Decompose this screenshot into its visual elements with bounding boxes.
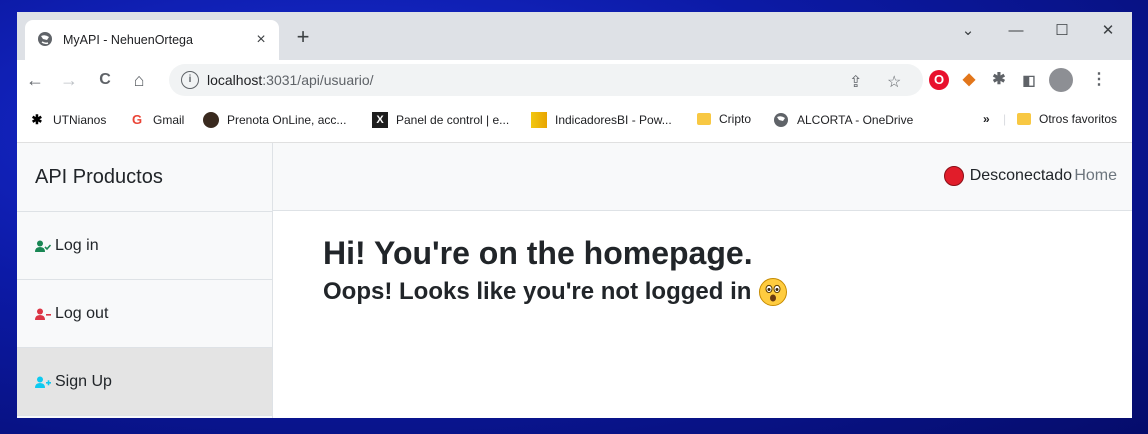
- tab-close-icon[interactable]: ×: [249, 31, 273, 49]
- prenota-icon: [203, 112, 219, 128]
- other-favorites-folder[interactable]: Otros favoritos: [1017, 112, 1117, 126]
- forward-button[interactable]: →: [57, 68, 81, 92]
- home-button[interactable]: ⌂: [127, 68, 151, 92]
- status-text: Desconectado: [969, 167, 1072, 184]
- browser-window: MyAPI - NehuenOrtega × + ⌄ — ☐ ✕ ← → C ⌂…: [17, 12, 1132, 418]
- bookmark-label: Prenota OnLine, acc...: [227, 113, 347, 127]
- sidebar-item-label: Sign Up: [55, 373, 112, 390]
- status-dot-icon: [943, 166, 964, 186]
- tab-search-chevron-icon[interactable]: ⌄: [945, 18, 991, 46]
- bookmark-label: Panel de control | e...: [396, 113, 510, 127]
- page-subheading: Oops! Looks like you're not logged in: [323, 277, 788, 307]
- profile-avatar[interactable]: [1049, 68, 1073, 92]
- sidebar-item-login[interactable]: Log in: [17, 212, 272, 280]
- connection-status: Desconectado: [943, 166, 1072, 186]
- bookmark-item[interactable]: Prenota OnLine, acc...: [203, 112, 346, 128]
- url-host: localhost: [207, 72, 263, 88]
- x-icon: X: [372, 112, 388, 128]
- utn-icon: ✱: [31, 112, 43, 127]
- sidebar-item-signup[interactable]: Sign Up: [17, 348, 272, 416]
- user-check-icon: [35, 240, 51, 252]
- menu-kebab-icon[interactable]: ⋮: [1089, 70, 1109, 90]
- bookmarks-divider: |: [1003, 112, 1007, 126]
- bookmark-label: IndicadoresBI - Pow...: [555, 113, 672, 127]
- side-panel-icon[interactable]: ◧: [1019, 70, 1039, 90]
- user-plus-icon: [35, 376, 51, 388]
- extensions-icon[interactable]: ✱: [989, 70, 1009, 90]
- brand-title[interactable]: API Productos: [17, 143, 272, 212]
- close-window-button[interactable]: ✕: [1085, 18, 1131, 46]
- sidebar: API Productos Log in Log out Sign Up: [17, 143, 273, 418]
- powerbi-icon: [531, 112, 547, 128]
- subheading-text: Oops! Looks like you're not logged in: [323, 278, 752, 305]
- folder-icon: [1017, 113, 1031, 125]
- bookmark-item[interactable]: X Panel de control | e...: [372, 112, 509, 128]
- folder-icon: [697, 113, 711, 125]
- bookmark-item[interactable]: ✱ UTNianos: [29, 112, 107, 128]
- tab-title: MyAPI - NehuenOrtega: [63, 33, 193, 47]
- browser-tab[interactable]: MyAPI - NehuenOrtega ×: [25, 20, 279, 60]
- top-navbar: Desconectado Home: [273, 143, 1132, 211]
- google-icon: G: [131, 112, 143, 127]
- info-icon[interactable]: i: [181, 71, 199, 89]
- bookmark-star-icon[interactable]: ☆: [887, 72, 901, 92]
- astonished-face-icon: [759, 278, 788, 306]
- globe-icon: [37, 31, 53, 50]
- metamask-icon[interactable]: ◆: [959, 70, 979, 90]
- main-content: Hi! You're on the homepage. Oops! Looks …: [323, 233, 788, 307]
- bookmark-label: Cripto: [719, 112, 752, 126]
- browser-toolbar: ← → C ⌂ i localhost:3031/api/usuario/ ⇪ …: [17, 60, 1132, 100]
- page-heading: Hi! You're on the homepage.: [323, 235, 753, 271]
- bookmarks-bar: ✱ UTNianos G Gmail Prenota OnLine, acc..…: [17, 100, 1132, 143]
- minimize-button[interactable]: —: [993, 18, 1039, 46]
- sidebar-item-label: Log in: [55, 237, 99, 254]
- maximize-button[interactable]: ☐: [1039, 18, 1085, 46]
- url-path: :3031/api/usuario/: [262, 72, 374, 88]
- tab-bar: MyAPI - NehuenOrtega × + ⌄ — ☐ ✕: [17, 12, 1132, 60]
- reload-button[interactable]: C: [93, 68, 117, 92]
- globe-icon: [773, 112, 789, 128]
- bookmark-item[interactable]: ALCORTA - OneDrive: [773, 112, 913, 128]
- bookmark-label: UTNianos: [53, 113, 107, 127]
- home-link[interactable]: Home: [1074, 167, 1117, 185]
- bookmark-label: ALCORTA - OneDrive: [797, 113, 914, 127]
- opera-icon[interactable]: O: [929, 70, 949, 90]
- back-button[interactable]: ←: [23, 68, 47, 92]
- new-tab-button[interactable]: +: [289, 24, 317, 52]
- other-favorites-label: Otros favoritos: [1039, 112, 1118, 126]
- bookmark-item[interactable]: Cripto: [697, 112, 751, 126]
- share-icon[interactable]: ⇪: [849, 72, 862, 92]
- address-bar[interactable]: i localhost:3031/api/usuario/ ⇪ ☆: [169, 64, 923, 96]
- bookmark-item[interactable]: IndicadoresBI - Pow...: [531, 112, 672, 128]
- web-page: API Productos Log in Log out Sign Up Des…: [17, 143, 1132, 418]
- user-minus-icon: [35, 308, 51, 320]
- bookmark-label: Gmail: [153, 113, 185, 127]
- sidebar-item-logout[interactable]: Log out: [17, 280, 272, 348]
- bookmark-item[interactable]: G Gmail: [129, 112, 184, 128]
- sidebar-item-label: Log out: [55, 305, 109, 322]
- more-bookmarks-button[interactable]: »: [983, 112, 990, 126]
